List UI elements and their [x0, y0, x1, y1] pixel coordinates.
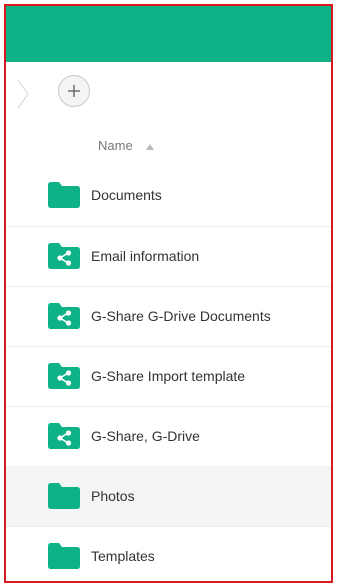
name-column-label: Name: [98, 138, 133, 153]
shared-folder-icon: [48, 363, 80, 389]
folder-icon: [48, 483, 80, 509]
folder-icon: [48, 543, 80, 569]
app-frame: Name Documents Email information G-Share G…: [4, 4, 333, 583]
file-row[interactable]: G-Share G-Drive Documents: [6, 286, 331, 346]
file-list-header: Name: [6, 126, 331, 166]
name-column-header[interactable]: Name: [98, 138, 155, 153]
file-name: G-Share G-Drive Documents: [91, 308, 271, 324]
file-row[interactable]: Email information: [6, 226, 331, 286]
file-row[interactable]: G-Share, G-Drive: [6, 406, 331, 466]
sort-ascending-icon: [146, 143, 155, 150]
file-row[interactable]: G-Share Import template: [6, 346, 331, 406]
file-row[interactable]: Photos: [6, 466, 331, 526]
file-name: Templates: [91, 548, 155, 564]
file-list: Documents Email information G-Share G-Driv…: [6, 166, 331, 581]
shared-folder-icon: [48, 243, 80, 269]
file-name: Photos: [91, 488, 135, 504]
app-header: [6, 6, 331, 62]
file-name: Documents: [91, 187, 162, 203]
shared-folder-icon: [48, 303, 80, 329]
folder-icon: [48, 182, 80, 208]
file-row[interactable]: Templates: [6, 526, 331, 581]
file-name: G-Share, G-Drive: [91, 428, 200, 444]
breadcrumb: [6, 62, 331, 126]
plus-icon: [68, 85, 80, 97]
add-new-button[interactable]: [58, 75, 90, 107]
file-name: Email information: [91, 248, 200, 264]
file-name: G-Share Import template: [91, 368, 246, 384]
chevron-right-icon: [17, 79, 29, 109]
file-row[interactable]: Documents: [6, 166, 331, 226]
shared-folder-icon: [48, 423, 80, 449]
